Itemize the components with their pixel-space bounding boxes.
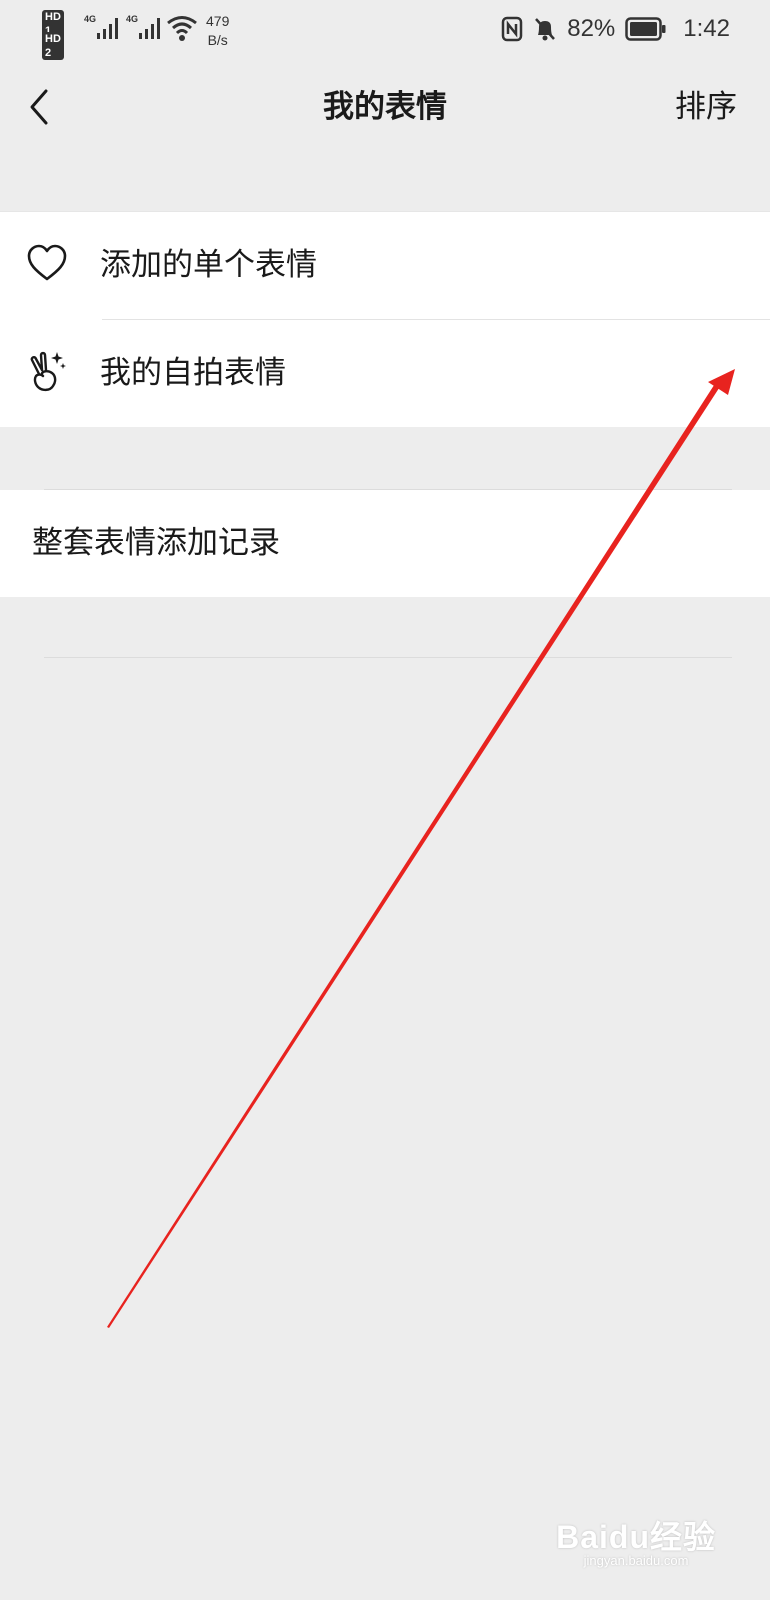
- network-speed: 479 B/s: [206, 12, 229, 50]
- speed-unit: B/s: [207, 32, 228, 48]
- clock: 1:42: [683, 15, 730, 42]
- speed-value: 479: [206, 13, 230, 29]
- watermark-logo: Baidu经验: [556, 1519, 716, 1555]
- section-bottom-divider: [44, 657, 732, 658]
- network1-label: 4G: [84, 14, 97, 24]
- heart-icon: [27, 244, 67, 281]
- mute-bell-icon: [535, 18, 556, 41]
- network2-label: 4G: [126, 14, 139, 24]
- sim2-badge: HD 2: [42, 32, 64, 60]
- page-title: 我的表情: [323, 89, 447, 125]
- list-item-label: 添加的单个表情: [100, 247, 317, 283]
- battery-percent: 82%: [567, 15, 616, 42]
- emoji-pack-history-row[interactable]: 整套表情添加记录: [0, 490, 770, 597]
- emoji-list-section: 添加的单个表情 我的自拍表情: [0, 212, 770, 427]
- watermark-url: jingyan.baidu.com: [583, 1553, 689, 1568]
- emoji-pack-history-label: 整套表情添加记录: [32, 525, 280, 561]
- nav-bar: 我的表情 排序: [0, 58, 770, 154]
- status-right: 82% 1:42: [501, 12, 730, 46]
- records-section: 整套表情添加记录: [0, 490, 770, 597]
- status-bar: HD 1 HD 2 4G 4G 479 B/s 82% 1:42: [0, 0, 770, 60]
- nfc-icon: [501, 16, 523, 42]
- battery-icon: [625, 17, 666, 41]
- watermark: Baidu经验 jingyan.baidu.com: [556, 1520, 716, 1568]
- list-item-selfie-emojis[interactable]: 我的自拍表情: [0, 320, 770, 427]
- wifi-icon: [167, 16, 197, 41]
- list-item-single-emojis[interactable]: 添加的单个表情: [0, 212, 770, 319]
- list-item-label: 我的自拍表情: [100, 355, 286, 391]
- signal-icon: [97, 18, 118, 39]
- signal-icon: [139, 18, 160, 39]
- sort-button[interactable]: 排序: [675, 82, 737, 132]
- selfie-hand-icon: [30, 351, 66, 392]
